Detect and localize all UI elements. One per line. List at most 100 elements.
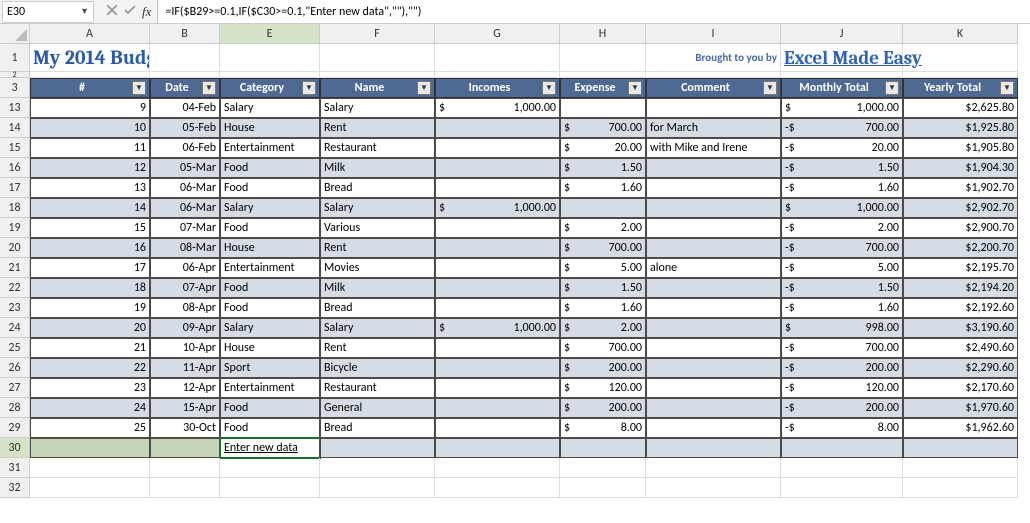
cell-yearly[interactable]: $2,192.60 <box>903 298 1018 318</box>
cell-yearly[interactable]: $1,962.60 <box>903 418 1018 438</box>
filter-name-icon[interactable]: ▼ <box>417 81 431 95</box>
cell-expense[interactable]: $700.00 <box>560 238 646 258</box>
header-yearly[interactable]: Yearly Total▼ <box>903 78 1018 98</box>
cell-comment[interactable] <box>646 378 781 398</box>
cell-comment[interactable] <box>646 298 781 318</box>
cell-yearly[interactable]: $1,904.30 <box>903 158 1018 178</box>
cell-J30[interactable] <box>781 438 903 458</box>
cell-K32[interactable] <box>903 478 1018 498</box>
cell-category[interactable]: Salary <box>220 98 320 118</box>
cell-K30[interactable] <box>903 438 1018 458</box>
cell-num[interactable]: 17 <box>30 258 150 278</box>
cell-date[interactable]: 15-Apr <box>150 398 220 418</box>
row-header-32[interactable]: 32 <box>0 478 30 498</box>
cell-comment[interactable]: with Mike and Irene <box>646 138 781 158</box>
cell-num[interactable]: 9 <box>30 98 150 118</box>
cell-comment[interactable] <box>646 198 781 218</box>
cell-income[interactable] <box>435 378 560 398</box>
cell-comment[interactable] <box>646 338 781 358</box>
cell-expense[interactable] <box>560 98 646 118</box>
cell-monthly[interactable]: $1,000.00 <box>781 198 903 218</box>
cell-comment[interactable] <box>646 238 781 258</box>
cell-num[interactable]: 22 <box>30 358 150 378</box>
row-header[interactable]: 18 <box>0 198 30 218</box>
cell-income[interactable] <box>435 138 560 158</box>
cell-expense[interactable]: $2.00 <box>560 218 646 238</box>
row-header[interactable]: 27 <box>0 378 30 398</box>
select-all-button[interactable] <box>0 24 30 44</box>
cell-num[interactable]: 12 <box>30 158 150 178</box>
cell-income[interactable] <box>435 158 560 178</box>
header-comment[interactable]: Comment▼ <box>646 78 781 98</box>
cell-num[interactable]: 20 <box>30 318 150 338</box>
cell-E31[interactable] <box>220 458 320 478</box>
filter-expense-icon[interactable]: ▼ <box>628 81 642 95</box>
cell-income[interactable] <box>435 398 560 418</box>
header-num[interactable]: #▼ <box>30 78 150 98</box>
cell-comment[interactable] <box>646 418 781 438</box>
cell-name[interactable]: Bread <box>320 418 435 438</box>
row-header[interactable]: 17 <box>0 178 30 198</box>
cell-H32[interactable] <box>560 478 646 498</box>
cell-num[interactable]: 16 <box>30 238 150 258</box>
cell-F1[interactable] <box>320 44 435 72</box>
cell-expense[interactable]: $1.50 <box>560 158 646 178</box>
cell-monthly[interactable]: -$1.60 <box>781 178 903 198</box>
cell-num[interactable]: 15 <box>30 218 150 238</box>
cell-name[interactable]: Bread <box>320 178 435 198</box>
cell-monthly[interactable]: -$1.60 <box>781 298 903 318</box>
row-header[interactable]: 28 <box>0 398 30 418</box>
cell-J32[interactable] <box>781 478 903 498</box>
cell-B31[interactable] <box>150 458 220 478</box>
accept-formula-icon[interactable] <box>124 4 136 20</box>
cell-expense[interactable]: $200.00 <box>560 358 646 378</box>
cell-comment[interactable] <box>646 398 781 418</box>
cell-G1[interactable] <box>435 44 560 72</box>
cell-date[interactable]: 06-Mar <box>150 178 220 198</box>
row-header-3[interactable]: 3 <box>0 78 30 98</box>
cell-num[interactable]: 19 <box>30 298 150 318</box>
cell-category[interactable]: Food <box>220 298 320 318</box>
row-header[interactable]: 13 <box>0 98 30 118</box>
cell-expense[interactable]: $700.00 <box>560 118 646 138</box>
cell-monthly[interactable]: -$120.00 <box>781 378 903 398</box>
cell-comment[interactable] <box>646 98 781 118</box>
cell-expense[interactable]: $20.00 <box>560 138 646 158</box>
header-name[interactable]: Name▼ <box>320 78 435 98</box>
header-expense[interactable]: Expense▼ <box>560 78 646 98</box>
row-header[interactable]: 16 <box>0 158 30 178</box>
cell-income[interactable] <box>435 238 560 258</box>
cell-H1[interactable] <box>560 44 646 72</box>
cell-num[interactable]: 13 <box>30 178 150 198</box>
cell-income[interactable] <box>435 418 560 438</box>
cell-E30-selected[interactable]: Enter new data <box>220 438 320 458</box>
filter-monthly-icon[interactable]: ▼ <box>885 81 899 95</box>
cell-category[interactable]: House <box>220 338 320 358</box>
cell-category[interactable]: Sport <box>220 358 320 378</box>
col-header-I[interactable]: I <box>646 24 781 44</box>
cell-yearly[interactable]: $2,290.60 <box>903 358 1018 378</box>
cell-monthly[interactable]: -$200.00 <box>781 398 903 418</box>
cell-date[interactable]: 07-Apr <box>150 278 220 298</box>
filter-comment-icon[interactable]: ▼ <box>763 81 777 95</box>
cell-monthly[interactable]: -$700.00 <box>781 338 903 358</box>
cell-H31[interactable] <box>560 458 646 478</box>
col-header-K[interactable]: K <box>903 24 1018 44</box>
row-header[interactable]: 14 <box>0 118 30 138</box>
row-header[interactable]: 20 <box>0 238 30 258</box>
cell-monthly[interactable]: -$2.00 <box>781 218 903 238</box>
cell-expense[interactable]: $700.00 <box>560 338 646 358</box>
cell-date[interactable]: 07-Mar <box>150 218 220 238</box>
cell-name[interactable]: Milk <box>320 158 435 178</box>
row-header-30[interactable]: 30 <box>0 438 30 458</box>
cell-H30[interactable] <box>560 438 646 458</box>
cell-yearly[interactable]: $2,900.70 <box>903 218 1018 238</box>
cell-expense[interactable]: $5.00 <box>560 258 646 278</box>
cell-category[interactable]: Food <box>220 158 320 178</box>
cell-expense[interactable]: $200.00 <box>560 398 646 418</box>
cell-category[interactable]: Entertainment <box>220 258 320 278</box>
row-header-31[interactable]: 31 <box>0 458 30 478</box>
cell-J31[interactable] <box>781 458 903 478</box>
cell-I31[interactable] <box>646 458 781 478</box>
row-header[interactable]: 19 <box>0 218 30 238</box>
